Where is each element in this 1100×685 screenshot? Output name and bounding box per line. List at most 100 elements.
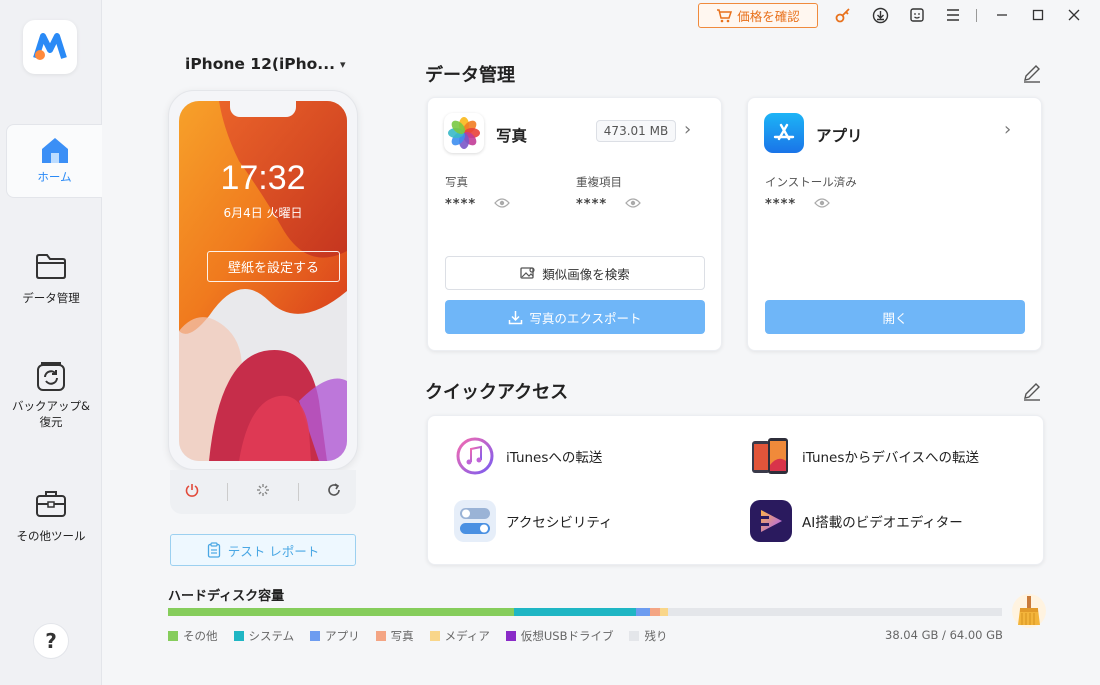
sidebar-item-data-management[interactable]: データ管理 bbox=[0, 252, 102, 312]
duplicates-stat-label: 重複項目 bbox=[576, 175, 622, 189]
quick-access-video-editor[interactable]: AI搭載のビデオエディター bbox=[750, 500, 963, 542]
menu-icon[interactable] bbox=[944, 6, 962, 24]
key-icon[interactable] bbox=[834, 6, 852, 24]
export-icon bbox=[509, 310, 523, 324]
export-photos-button[interactable]: 写真のエクスポート bbox=[445, 300, 705, 334]
disk-legend: その他 システム アプリ 写真 メディア 仮想USBドライブ 残り bbox=[168, 628, 667, 644]
eye-icon[interactable] bbox=[494, 197, 510, 209]
sidebar-item-label: データ管理 bbox=[22, 291, 80, 305]
control-divider bbox=[298, 483, 300, 501]
photos-title: 写真 bbox=[496, 127, 528, 145]
toolbox-icon bbox=[36, 491, 66, 517]
duplicates-stat-value: **** bbox=[576, 197, 608, 212]
quick-access-label: AI搭載のビデオエディター bbox=[802, 515, 963, 531]
titlebar-divider bbox=[976, 9, 977, 22]
broom-icon[interactable] bbox=[1011, 593, 1047, 629]
disk-total: 38.04 GB / 64.00 GB bbox=[885, 628, 1003, 642]
sidebar-item-other-tools[interactable]: その他ツール bbox=[0, 488, 102, 544]
toggle-icon bbox=[454, 500, 496, 542]
app-logo bbox=[23, 20, 77, 74]
legend-swatch bbox=[429, 631, 440, 641]
legend-item: 残り bbox=[629, 628, 667, 644]
data-management-title: データ管理 bbox=[425, 65, 515, 86]
sidebar-item-home[interactable]: ホーム bbox=[6, 124, 102, 198]
set-wallpaper-button[interactable]: 壁紙を設定する bbox=[207, 251, 340, 282]
feedback-icon[interactable] bbox=[908, 6, 926, 24]
test-report-label: テスト レポート bbox=[227, 543, 320, 559]
check-price-button[interactable]: 価格を確認 bbox=[698, 3, 818, 28]
legend-label: 仮想USBドライブ bbox=[520, 629, 614, 643]
apps-title: アプリ bbox=[816, 127, 863, 145]
folder-icon bbox=[36, 254, 66, 279]
find-similar-images-button[interactable]: 類似画像を検索 bbox=[445, 256, 705, 290]
minimize-icon[interactable] bbox=[993, 6, 1011, 24]
legend-item: システム bbox=[233, 628, 295, 644]
image-search-icon bbox=[520, 267, 535, 279]
legend-item: 写真 bbox=[375, 628, 414, 644]
legend-swatch bbox=[629, 631, 640, 641]
quick-access-itunes-transfer[interactable]: iTunesへの転送 bbox=[454, 435, 602, 477]
photos-app-icon bbox=[444, 113, 484, 153]
check-price-label: 価格を確認 bbox=[737, 9, 800, 24]
phone-transfer-icon bbox=[750, 435, 792, 477]
open-apps-button[interactable]: 開く bbox=[765, 300, 1025, 334]
find-similar-label: 類似画像を検索 bbox=[542, 266, 630, 282]
sidebar: ホーム データ管理 バックアップ& 復元 その他ツール ? bbox=[0, 0, 102, 685]
legend-label: アプリ bbox=[325, 629, 360, 643]
lockscreen-date: 6月4日 火曜日 bbox=[223, 206, 303, 220]
device-name[interactable]: iPhone 12(iPho... bbox=[185, 55, 335, 73]
disk-segment bbox=[668, 608, 1002, 616]
export-photos-label: 写真のエクスポート bbox=[529, 310, 642, 326]
photos-stat-value: **** bbox=[445, 197, 477, 212]
quick-access-label: iTunesへの転送 bbox=[506, 450, 603, 466]
app-store-icon bbox=[764, 113, 804, 153]
edit-icon[interactable] bbox=[1022, 63, 1042, 83]
quick-access-label: iTunesからデバイスへの転送 bbox=[802, 450, 979, 466]
disk-capacity-title: ハードディスク容量 bbox=[168, 589, 285, 604]
itunes-icon bbox=[454, 435, 496, 477]
sidebar-item-label-line1: バックアップ& bbox=[12, 399, 90, 413]
power-icon[interactable] bbox=[184, 482, 200, 502]
clipboard-icon bbox=[207, 542, 220, 558]
close-icon[interactable] bbox=[1065, 6, 1083, 24]
eye-icon[interactable] bbox=[814, 197, 830, 209]
device-controls bbox=[170, 470, 356, 514]
chevron-right-icon[interactable]: › bbox=[1004, 119, 1011, 140]
quick-access-label: アクセシビリティ bbox=[506, 515, 613, 531]
eye-icon[interactable] bbox=[625, 197, 641, 209]
sidebar-item-label-line2: 復元 bbox=[39, 415, 63, 429]
test-report-button[interactable]: テスト レポート bbox=[170, 534, 356, 566]
disk-segment bbox=[660, 608, 669, 616]
maximize-icon[interactable] bbox=[1029, 6, 1047, 24]
legend-label: 写真 bbox=[390, 629, 414, 643]
disk-segment bbox=[514, 608, 636, 616]
chevron-down-icon[interactable]: ▾ bbox=[340, 58, 346, 71]
sidebar-item-label: その他ツール bbox=[16, 529, 86, 543]
lockscreen-time: 17:32 bbox=[220, 159, 306, 197]
help-button[interactable]: ? bbox=[33, 623, 69, 659]
edit-icon[interactable] bbox=[1022, 381, 1042, 401]
photos-size-badge: 473.01 MB bbox=[596, 120, 676, 142]
loading-icon[interactable] bbox=[255, 482, 271, 502]
backup-icon bbox=[37, 362, 65, 391]
legend-label: 残り bbox=[644, 629, 668, 643]
legend-label: メディア bbox=[444, 629, 490, 643]
legend-label: システム bbox=[248, 629, 295, 643]
legend-swatch bbox=[168, 631, 178, 641]
control-divider bbox=[226, 483, 228, 501]
disk-segment bbox=[168, 608, 515, 616]
legend-item: メディア bbox=[429, 628, 490, 644]
restart-icon[interactable] bbox=[326, 482, 342, 502]
legend-swatch bbox=[375, 631, 386, 641]
legend-item: その他 bbox=[168, 628, 218, 644]
quick-access-accessibility[interactable]: アクセシビリティ bbox=[454, 500, 613, 542]
sidebar-item-backup-restore[interactable]: バックアップ& 復元 bbox=[0, 360, 102, 436]
chevron-right-icon[interactable]: › bbox=[684, 119, 691, 140]
disk-usage-bar bbox=[168, 608, 1002, 616]
legend-item: 仮想USBドライブ bbox=[505, 628, 614, 644]
download-icon[interactable] bbox=[871, 6, 889, 24]
sidebar-item-label: ホーム bbox=[37, 170, 72, 184]
quick-access-itunes-to-device[interactable]: iTunesからデバイスへの転送 bbox=[750, 435, 979, 477]
legend-label: その他 bbox=[183, 629, 218, 643]
home-icon bbox=[41, 138, 68, 163]
